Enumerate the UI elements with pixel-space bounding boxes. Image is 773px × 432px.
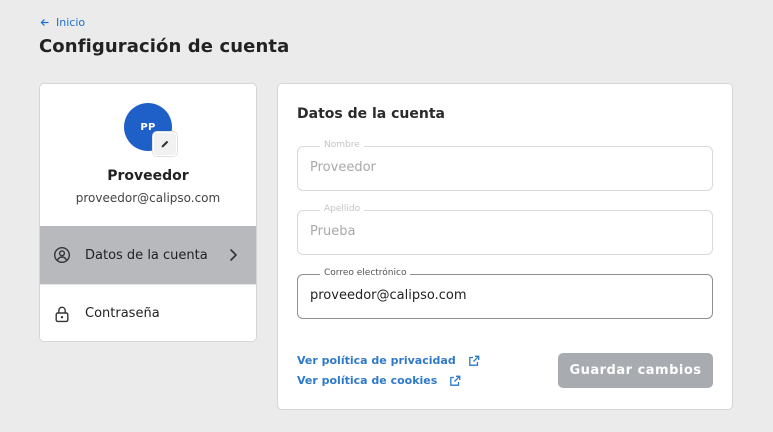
email-field: Correo electrónico	[297, 268, 713, 319]
last-name-input	[310, 224, 690, 239]
privacy-policy-label: Ver política de privacidad	[297, 354, 456, 367]
save-button[interactable]: Guardar cambios	[558, 353, 713, 388]
menu-item-label: Contraseña	[85, 306, 160, 321]
page-title: Configuración de cuenta	[39, 36, 290, 57]
email-label: Correo electrónico	[320, 268, 411, 278]
profile-name: Proveedor	[107, 168, 189, 184]
account-card: Datos de la cuenta Nombre Apellido Corre…	[277, 83, 733, 410]
user-circle-icon	[53, 246, 71, 264]
external-link-icon	[468, 355, 480, 366]
first-name-label: Nombre	[320, 140, 364, 150]
profile-email: proveedor@calipso.com	[75, 191, 221, 205]
first-name-input	[310, 160, 690, 175]
profile-card: PP Proveedor proveedor@calipso.com Datos…	[39, 83, 257, 342]
menu-item-account-data[interactable]: Datos de la cuenta	[40, 226, 256, 284]
lock-icon	[53, 305, 71, 323]
page: Inicio Configuración de cuenta PP Provee…	[0, 0, 773, 432]
menu-item-password[interactable]: Contraseña	[40, 284, 256, 341]
privacy-policy-link[interactable]: Ver política de privacidad	[297, 354, 480, 367]
cookies-policy-label: Ver política de cookies	[297, 374, 438, 387]
cookies-policy-link[interactable]: Ver política de cookies	[297, 374, 461, 387]
first-name-field: Nombre	[297, 140, 713, 191]
back-link[interactable]: Inicio	[40, 16, 85, 29]
last-name-label: Apellido	[320, 204, 365, 214]
edit-avatar-button[interactable]	[153, 132, 177, 156]
last-name-field: Apellido	[297, 204, 713, 255]
back-link-label: Inicio	[56, 16, 86, 29]
pencil-icon	[161, 140, 169, 148]
chevron-right-icon	[230, 249, 237, 261]
avatar-wrapper: PP	[124, 103, 180, 159]
external-link-icon	[450, 375, 461, 386]
menu-item-label: Datos de la cuenta	[85, 247, 208, 263]
arrow-left-icon	[40, 19, 49, 26]
card-title: Datos de la cuenta	[297, 106, 445, 122]
email-input[interactable]	[310, 288, 690, 303]
